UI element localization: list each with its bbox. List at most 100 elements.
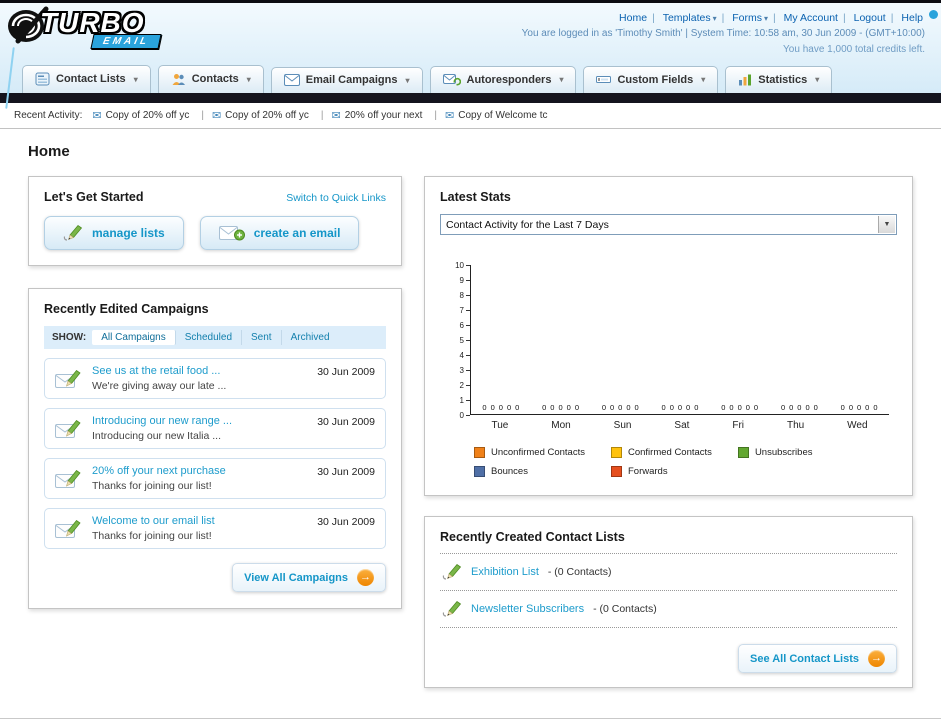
app-logo[interactable]: TURBO EMAIL: [6, 5, 162, 63]
bar-value-label: 0: [669, 403, 674, 412]
tab-contact-lists[interactable]: Contact Lists ▾: [22, 65, 151, 93]
dropdown-arrow-icon: ▼: [878, 216, 895, 233]
app-window: TURBO EMAIL Home Templates▾ Forms▾ My Ac…: [0, 0, 941, 719]
recent-activity-item[interactable]: ✉ Copy of 20% off yc: [212, 109, 328, 122]
filter-scheduled[interactable]: Scheduled: [176, 330, 243, 345]
activity-text: 20% off your next: [344, 110, 423, 121]
campaign-title-link[interactable]: 20% off your next purchase: [92, 465, 308, 477]
contact-lists-icon: [35, 72, 50, 86]
tab-label: Custom Fields: [617, 73, 694, 86]
edit-campaign-icon: [55, 369, 81, 388]
filter-sent[interactable]: Sent: [242, 330, 282, 345]
link-label: Forms: [732, 12, 762, 24]
chevron-down-icon: ▾: [701, 75, 706, 84]
bar-value-label: 0: [805, 403, 810, 412]
contact-list-link[interactable]: Exhibition List: [471, 566, 539, 578]
recent-activity-item[interactable]: ✉ 20% off your next: [332, 109, 441, 122]
chevron-down-icon: ▾: [559, 75, 564, 84]
login-info: You are logged in as 'Timothy Smith' | S…: [521, 28, 925, 40]
custom-fields-icon: [596, 76, 612, 83]
filter-all-campaigns[interactable]: All Campaigns: [92, 330, 176, 345]
campaign-date: 30 Jun 2009: [317, 516, 375, 528]
link-label: Templates: [662, 12, 711, 24]
activity-text: Copy of 20% off yc: [225, 110, 309, 121]
x-axis-label: Mon: [551, 420, 571, 431]
email-campaigns-icon: [283, 74, 300, 86]
bar-value-label: 0: [873, 403, 878, 412]
contact-lists-title: Recently Created Contact Lists: [440, 530, 625, 544]
chart-x-axis: Tue Mon Sun Sat Fri Thu Wed: [470, 420, 889, 431]
tab-custom-fields[interactable]: Custom Fields ▾: [583, 66, 719, 93]
tab-contacts[interactable]: Contacts ▾: [157, 65, 264, 93]
link-templates[interactable]: Templates ▾: [663, 12, 717, 24]
contacts-icon: [172, 74, 185, 85]
contact-list-link[interactable]: Newsletter Subscribers: [471, 603, 584, 615]
switch-quick-links-link[interactable]: Switch to Quick Links: [286, 192, 386, 204]
bar-value-label: 0: [686, 403, 691, 412]
tab-email-campaigns[interactable]: Email Campaigns ▾: [270, 67, 423, 93]
legend-swatch: [610, 447, 622, 458]
bar-value-label: 0: [574, 403, 579, 412]
x-axis-label: Sun: [613, 420, 632, 431]
new-email-icon: [218, 226, 245, 241]
pencil-icon: [442, 600, 462, 617]
email-icon: ✉: [445, 110, 455, 122]
campaign-item: See us at the retail food ... We're givi…: [44, 358, 386, 399]
bar-value-label: 0: [601, 403, 606, 412]
link-logout[interactable]: Logout: [854, 12, 886, 24]
view-all-campaigns-button[interactable]: View All Campaigns →: [232, 563, 386, 592]
recent-activity-item[interactable]: ✉ Copy of 20% off yc: [92, 109, 208, 122]
bar-value-label: 0: [515, 403, 520, 412]
button-label: create an email: [253, 226, 341, 240]
status-dot-icon: [929, 10, 938, 19]
chart-bar-group: 00000: [482, 403, 519, 412]
chart-bar-group: 00000: [781, 403, 818, 412]
filter-archived[interactable]: Archived: [282, 330, 339, 345]
x-axis-label: Thu: [786, 420, 805, 431]
bar-value-label: 0: [618, 403, 623, 412]
bar-value-label: 0: [840, 403, 845, 412]
recent-activity-item[interactable]: ✉ Copy of Welcome tc: [445, 109, 548, 122]
get-started-panel: Let's Get Started Switch to Quick Links …: [28, 176, 402, 266]
campaign-title-link[interactable]: Welcome to our email list: [92, 515, 308, 527]
manage-lists-button[interactable]: manage lists: [44, 216, 184, 250]
bar-value-label: 0: [745, 403, 750, 412]
legend-item: Bounces: [474, 466, 585, 477]
campaigns-title: Recently Edited Campaigns: [44, 302, 209, 316]
bar-value-label: 0: [482, 403, 487, 412]
tab-label: Contact Lists: [56, 73, 126, 85]
main-nav: Contact Lists ▾ Contacts ▾ Email Campaig…: [0, 63, 941, 93]
link-help[interactable]: Help: [901, 12, 923, 24]
bar-value-label: 0: [789, 403, 794, 412]
link-home[interactable]: Home: [619, 12, 647, 24]
link-my-account[interactable]: My Account: [784, 12, 838, 24]
stats-period-select[interactable]: Contact Activity for the Last 7 Days ▼: [440, 214, 897, 235]
activity-text: Copy of 20% off yc: [105, 110, 190, 121]
button-label: manage lists: [92, 226, 165, 240]
create-email-button[interactable]: create an email: [199, 216, 360, 250]
bar-value-label: 0: [694, 403, 699, 412]
contact-activity-chart: 10 9 8 7 6 5 4 3 2 1 0 000000000000000000000000000…: [444, 261, 889, 431]
legend-item: Unconfirmed Contacts: [474, 447, 585, 458]
tab-autoresponders[interactable]: Autoresponders ▾: [429, 66, 577, 93]
credits-info: You have 1,000 total credits left.: [783, 43, 925, 55]
link-forms[interactable]: Forms ▾: [732, 12, 768, 24]
edit-campaign-icon: [55, 519, 81, 538]
chevron-down-icon: ▾: [815, 75, 820, 84]
tab-statistics[interactable]: Statistics ▾: [725, 66, 833, 93]
stats-title: Latest Stats: [440, 190, 511, 204]
edit-campaign-icon: [55, 469, 81, 488]
show-label: SHOW:: [52, 332, 87, 343]
bar-value-label: 0: [848, 403, 853, 412]
campaign-title-link[interactable]: Introducing our new range ...: [92, 415, 308, 427]
campaign-title-link[interactable]: See us at the retail food ...: [92, 365, 308, 377]
nav-divider-bar: [0, 93, 941, 103]
pencil-icon: [442, 563, 462, 580]
legend-label: Forwards: [627, 466, 668, 477]
statistics-icon: [739, 74, 752, 86]
bar-value-label: 0: [626, 403, 631, 412]
header-right: Home Templates▾ Forms▾ My Account Logout…: [522, 3, 941, 63]
see-all-contact-lists-button[interactable]: See All Contact Lists →: [737, 644, 897, 673]
x-axis-label: Fri: [732, 420, 745, 431]
email-icon: ✉: [92, 110, 102, 122]
